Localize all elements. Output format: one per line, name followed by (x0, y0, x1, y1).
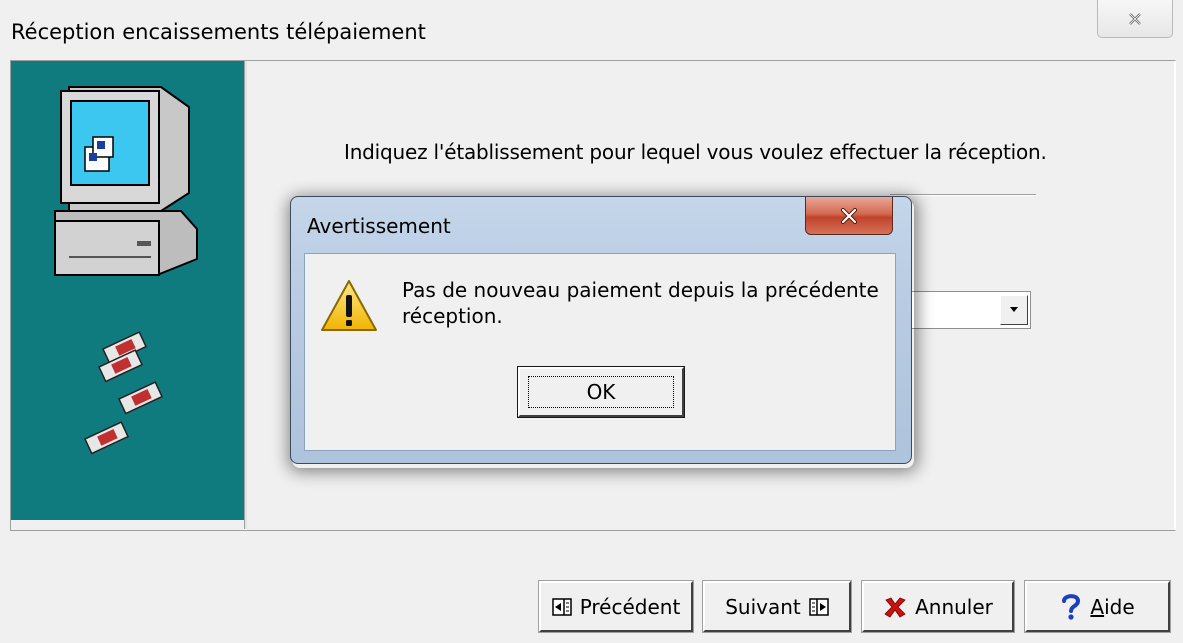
side-panel-footer (11, 520, 244, 530)
close-icon (841, 207, 857, 224)
help-label: Aide (1090, 594, 1135, 619)
diskette-icon (84, 331, 164, 455)
warning-icon (321, 280, 377, 331)
next-label: Suivant (725, 594, 801, 619)
previous-button[interactable]: Précédent (538, 580, 694, 633)
help-question-icon (1062, 593, 1081, 620)
dialog-body: Pas de nouveau paiement depuis la précéd… (304, 253, 896, 451)
dialog-title: Avertissement (307, 214, 451, 238)
dropdown-button[interactable] (1000, 295, 1028, 325)
help-button[interactable]: Aide (1024, 580, 1171, 633)
previous-icon (551, 597, 572, 616)
previous-label: Précédent (579, 594, 681, 619)
window-close-button[interactable] (1097, 0, 1173, 38)
next-icon (809, 597, 829, 616)
close-icon (1129, 12, 1141, 25)
dialog-message: Pas de nouveau paiement depuis la précéd… (402, 278, 879, 328)
establishment-select[interactable] (905, 291, 1031, 329)
computer-icon (54, 86, 198, 276)
separator-line (890, 194, 1036, 196)
title-bar: Réception encaissements télépaiement (0, 0, 1183, 58)
wizard-side-panel (11, 61, 244, 520)
ok-button[interactable]: OK (517, 366, 685, 418)
next-button[interactable]: Suivant (702, 580, 852, 633)
cancel-label: Annuler (915, 594, 993, 619)
wizard-illustration (54, 86, 198, 455)
cancel-button[interactable]: Annuler (861, 580, 1015, 633)
warning-dialog: Avertissement Pas de nouveau paiement de… (290, 196, 912, 464)
chevron-down-icon (1010, 307, 1018, 312)
window-title: Réception encaissements télépaiement (11, 20, 426, 44)
ok-label: OK (586, 380, 616, 404)
dialog-close-button[interactable] (805, 197, 893, 235)
instruction-text: Indiquez l'établissement pour lequel vou… (344, 140, 1047, 164)
cancel-x-icon (884, 597, 906, 618)
